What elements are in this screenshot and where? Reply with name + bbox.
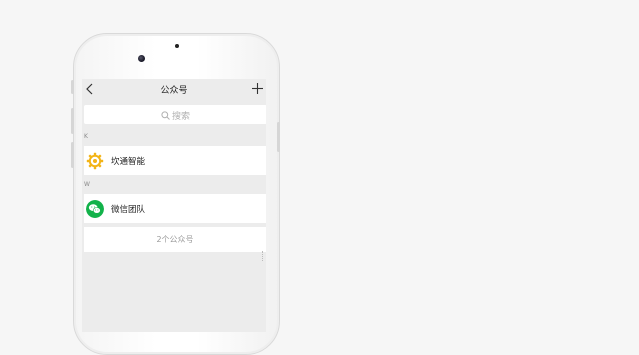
- account-name: 微信团队: [111, 205, 146, 215]
- power-button: [277, 122, 280, 152]
- app-screen: 公众号 搜索 K 坎通智能 W 微信团队 2个公众号: [82, 79, 266, 332]
- account-count: 2个公众号: [156, 235, 194, 244]
- section-index-k: K: [84, 133, 88, 140]
- account-name: 坎通智能: [111, 157, 146, 167]
- section-index-w: W: [84, 181, 90, 188]
- mute-switch: [71, 80, 74, 94]
- wechat-logo-icon: [86, 200, 104, 218]
- volume-down-button: [71, 142, 74, 168]
- front-camera: [138, 55, 145, 62]
- kantong-logo-icon: [86, 152, 104, 170]
- add-icon[interactable]: [252, 83, 263, 94]
- edge-divider: [262, 251, 265, 261]
- volume-up-button: [71, 108, 74, 134]
- account-count-footer: 2个公众号: [84, 226, 266, 253]
- page-title: 公众号: [160, 86, 188, 96]
- search-bar[interactable]: 搜索: [84, 105, 266, 124]
- earpiece-sensor: [175, 44, 179, 48]
- search-placeholder: 搜索: [171, 112, 190, 122]
- list-item-wechat-team[interactable]: 微信团队: [84, 194, 266, 223]
- list-item-kantong[interactable]: 坎通智能: [84, 146, 266, 175]
- empty-area: [84, 252, 266, 332]
- navigation-bar: 公众号: [82, 79, 266, 99]
- search-icon: [161, 111, 170, 120]
